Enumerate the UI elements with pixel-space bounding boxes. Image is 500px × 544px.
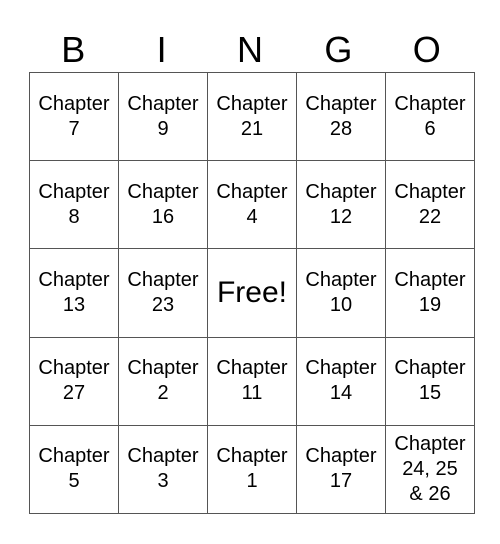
bingo-row: Chapter 27 Chapter 2 Chapter 11 Chapter 14 Chapt… bbox=[29, 336, 475, 426]
bingo-row: Chapter 13 Chapter 23 Free! Chapter 10 Chapter 1… bbox=[29, 248, 475, 338]
bingo-cell[interactable]: Chapter 6 bbox=[385, 71, 475, 162]
bingo-cell[interactable]: Chapter 8 bbox=[29, 160, 119, 250]
header-letter: N bbox=[236, 29, 263, 70]
bingo-cell[interactable]: Chapter 15 bbox=[385, 336, 475, 426]
bingo-cell[interactable]: Chapter 24, 25 & 26 bbox=[385, 424, 475, 515]
bingo-cell[interactable]: Chapter 19 bbox=[385, 248, 475, 338]
bingo-cell[interactable]: Chapter 23 bbox=[118, 248, 208, 338]
bingo-row: Chapter 8 Chapter 16 Chapter 4 Chapter 12 Chapte… bbox=[29, 160, 475, 250]
bingo-cell[interactable]: Chapter 17 bbox=[296, 424, 386, 515]
bingo-header: BINGO bbox=[29, 28, 471, 72]
bingo-cell[interactable]: Chapter 10 bbox=[296, 248, 386, 338]
bingo-cell[interactable]: Chapter 2 bbox=[118, 336, 208, 426]
free-space[interactable]: Free! bbox=[207, 248, 297, 338]
bingo-cell[interactable]: Chapter 28 bbox=[296, 71, 386, 162]
bingo-cell[interactable]: Chapter 27 bbox=[29, 336, 119, 426]
bingo-cell[interactable]: Chapter 12 bbox=[296, 160, 386, 250]
bingo-card: Chapter 7 Chapter 9 Chapter 21 Chapter 28 Chapte… bbox=[29, 71, 475, 515]
bingo-cell[interactable]: Chapter 1 bbox=[207, 424, 297, 515]
bingo-cell[interactable]: Chapter 22 bbox=[385, 160, 475, 250]
header-letter: G bbox=[324, 29, 353, 70]
bingo-cell[interactable]: Chapter 7 bbox=[29, 71, 119, 162]
header-letter: O bbox=[412, 29, 441, 70]
header-letter: I bbox=[156, 29, 167, 70]
bingo-cell[interactable]: Chapter 9 bbox=[118, 71, 208, 162]
bingo-row: Chapter 5 Chapter 3 Chapter 1 Chapter 17 Chapter… bbox=[29, 424, 475, 515]
bingo-cell[interactable]: Chapter 13 bbox=[29, 248, 119, 338]
bingo-cell[interactable]: Chapter 4 bbox=[207, 160, 297, 250]
bingo-cell[interactable]: Chapter 3 bbox=[118, 424, 208, 515]
bingo-row: Chapter 7 Chapter 9 Chapter 21 Chapter 28 Chapte… bbox=[29, 71, 475, 162]
bingo-cell[interactable]: Chapter 21 bbox=[207, 71, 297, 162]
bingo-cell[interactable]: Chapter 11 bbox=[207, 336, 297, 426]
bingo-cell[interactable]: Chapter 14 bbox=[296, 336, 386, 426]
header-letter: B bbox=[61, 29, 86, 70]
bingo-cell[interactable]: Chapter 5 bbox=[29, 424, 119, 515]
bingo-cell[interactable]: Chapter 16 bbox=[118, 160, 208, 250]
